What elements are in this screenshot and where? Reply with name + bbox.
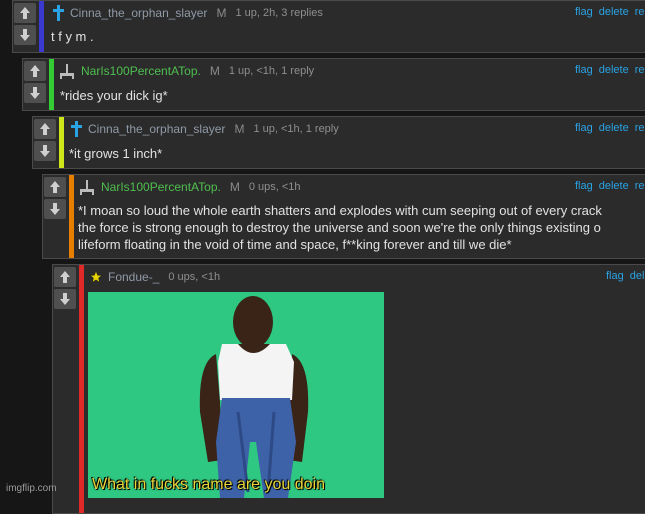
star-icon	[89, 269, 103, 285]
comment-meta: 0 ups, <1h	[248, 181, 301, 193]
comment-meta: 0 ups, <1h	[168, 271, 221, 283]
downvote-button[interactable]	[24, 83, 46, 103]
comment-meta: 1 up, <1h, 1 reply	[253, 123, 339, 135]
vote-column	[23, 59, 47, 105]
flag-link[interactable]: flag	[575, 180, 593, 192]
username-link[interactable]: NarIs100PercentATop.	[101, 180, 221, 194]
comment-4: NarIs100PercentATop. M 0 ups, <1h flag de…	[42, 174, 645, 259]
comment-header: NarIs100PercentATop. M 1 up, <1h, 1 repl…	[58, 63, 314, 79]
reply-link[interactable]: re	[635, 64, 645, 76]
cross-icon	[69, 121, 83, 137]
up-arrow-icon	[50, 181, 60, 193]
reply-link[interactable]: re	[635, 122, 645, 134]
vote-column	[13, 1, 37, 47]
meme-caption: What in fucks name are you doin	[92, 476, 326, 493]
delete-link[interactable]: delete	[599, 64, 629, 76]
comment-actions: flag delete re	[575, 180, 645, 192]
comment-actions: flag del	[606, 270, 645, 282]
comment-actions: flag delete re	[575, 6, 645, 18]
vote-column	[53, 265, 77, 311]
up-arrow-icon	[20, 7, 30, 19]
upvote-button[interactable]	[34, 119, 56, 139]
down-arrow-icon	[60, 293, 70, 305]
mod-badge: M	[209, 64, 220, 78]
sword-icon	[78, 179, 96, 195]
username-link[interactable]: NarIs100PercentATop.	[81, 64, 201, 78]
flag-link[interactable]: flag	[575, 122, 593, 134]
sword-icon	[58, 63, 76, 79]
down-arrow-icon	[20, 29, 30, 41]
down-arrow-icon	[30, 87, 40, 99]
comment-text: t f y m .	[51, 29, 94, 44]
comment-1: Cinna_the_orphan_slayer M 1 up, 2h, 3 re…	[12, 0, 645, 53]
up-arrow-icon	[60, 271, 70, 283]
thread-bar	[49, 59, 54, 110]
comment-text: *rides your dick ig*	[60, 88, 168, 103]
meme-image: What in fucks name are you doin	[88, 292, 384, 498]
meme-figure	[88, 292, 384, 498]
up-arrow-icon	[30, 65, 40, 77]
comment-header: NarIs100PercentATop. M 0 ups, <1h	[78, 179, 301, 195]
username-link[interactable]: Cinna_the_orphan_slayer	[88, 122, 225, 136]
upvote-button[interactable]	[44, 177, 66, 197]
comment-text: *it grows 1 inch*	[69, 146, 163, 161]
upvote-button[interactable]	[24, 61, 46, 81]
comment-header: Fondue-_ 0 ups, <1h	[89, 269, 220, 285]
comment-header: Cinna_the_orphan_slayer M 1 up, <1h, 1 r…	[69, 121, 339, 137]
username-link[interactable]: Cinna_the_orphan_slayer	[70, 6, 207, 20]
thread-bar	[39, 1, 44, 52]
flag-link[interactable]: flag	[575, 64, 593, 76]
flag-link[interactable]: flag	[575, 6, 593, 18]
comment-text-line: lifeform floating in the void of time an…	[78, 237, 512, 252]
down-arrow-icon	[40, 145, 50, 157]
delete-link[interactable]: delete	[599, 6, 629, 18]
mod-badge: M	[216, 6, 227, 20]
cross-icon	[51, 5, 65, 21]
down-arrow-icon	[50, 203, 60, 215]
comment-text-line: *I moan so loud the whole earth shatters…	[78, 203, 602, 218]
comment-actions: flag delete re	[575, 64, 645, 76]
comment-text-line: the force is strong enough to destroy th…	[78, 220, 601, 235]
downvote-button[interactable]	[14, 25, 36, 45]
mod-badge: M	[234, 122, 245, 136]
thread-bar	[59, 117, 64, 168]
downvote-button[interactable]	[54, 289, 76, 309]
flag-link[interactable]: flag	[606, 270, 624, 282]
comment-actions: flag delete re	[575, 122, 645, 134]
delete-link[interactable]: delete	[599, 180, 629, 192]
downvote-button[interactable]	[44, 199, 66, 219]
upvote-button[interactable]	[14, 3, 36, 23]
watermark: imgflip.com	[6, 483, 57, 494]
username-link[interactable]: Fondue-_	[108, 270, 159, 284]
up-arrow-icon	[40, 123, 50, 135]
upvote-button[interactable]	[54, 267, 76, 287]
comment-meta: 1 up, 2h, 3 replies	[235, 7, 323, 19]
comment-2: NarIs100PercentATop. M 1 up, <1h, 1 repl…	[22, 58, 645, 111]
mod-badge: M	[229, 180, 240, 194]
comment-3: Cinna_the_orphan_slayer M 1 up, <1h, 1 r…	[32, 116, 645, 169]
thread-bar	[79, 265, 84, 513]
vote-column	[33, 117, 57, 163]
vote-column	[43, 175, 67, 221]
reply-link[interactable]: re	[635, 6, 645, 18]
delete-link[interactable]: delete	[599, 122, 629, 134]
comment-header: Cinna_the_orphan_slayer M 1 up, 2h, 3 re…	[51, 5, 323, 21]
downvote-button[interactable]	[34, 141, 56, 161]
comment-meta: 1 up, <1h, 1 reply	[228, 65, 315, 77]
reply-link[interactable]: re	[635, 180, 645, 192]
thread-bar	[69, 175, 74, 258]
delete-link[interactable]: del	[630, 270, 645, 282]
